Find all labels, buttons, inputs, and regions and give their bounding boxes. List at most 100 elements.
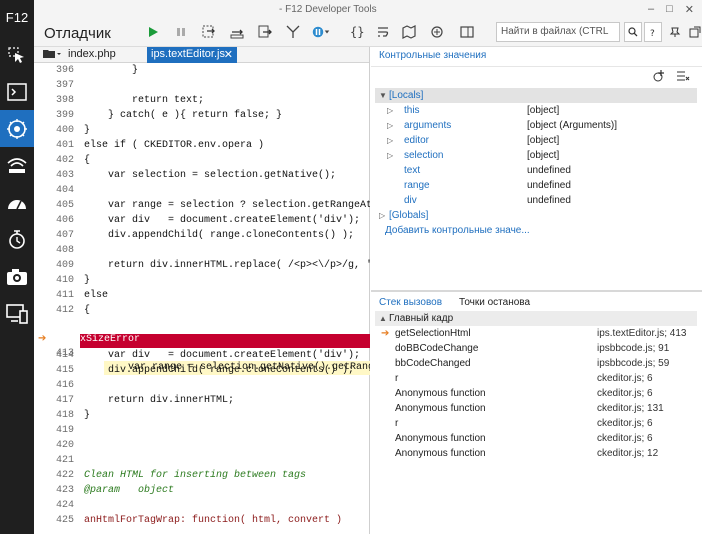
tab-breakpoints[interactable]: Точки останова xyxy=(459,297,530,308)
memory-tool-icon[interactable] xyxy=(0,221,34,258)
folder-icon xyxy=(43,50,61,58)
code-line: 423 @param object xyxy=(56,485,175,496)
debugger-tool-icon[interactable] xyxy=(0,110,34,147)
current-statement-line: ➔ 413 var range = selection.getNative().… xyxy=(34,319,370,375)
fingerprint-icon xyxy=(431,26,443,38)
watch-row-globals[interactable]: ▷ [Globals] xyxy=(375,208,697,223)
watch-row[interactable]: ▷ selection [object] xyxy=(375,148,697,163)
maximize-button[interactable]: □ xyxy=(666,3,673,16)
callstack-frame[interactable]: r ckeditor.js; 6 xyxy=(375,416,697,431)
tab-ips-texteditor-js[interactable]: ips.textEditor.js ✕ xyxy=(147,47,237,63)
watches-header: Контрольные значения xyxy=(371,47,702,67)
svg-text:?: ? xyxy=(650,29,655,37)
code-line: 418} xyxy=(56,410,91,421)
network-tool-icon[interactable] xyxy=(0,147,34,184)
callstack-frame[interactable]: bbCodeChanged ipsbbcode.js; 59 xyxy=(375,356,697,371)
callstack-frame[interactable]: r ckeditor.js; 6 xyxy=(375,371,697,386)
word-wrap-button[interactable] xyxy=(374,23,392,41)
break-button[interactable] xyxy=(172,23,190,41)
emulation-tool-icon[interactable] xyxy=(0,295,34,332)
open-document-button[interactable] xyxy=(38,47,64,63)
code-view[interactable]: 396 } 397 398 return text; 399 } catch( … xyxy=(34,64,370,534)
step-out-button[interactable] xyxy=(256,23,274,41)
console-tool-icon[interactable] xyxy=(0,73,34,110)
exception-behavior-button[interactable] xyxy=(312,23,330,41)
tab-index-php[interactable]: index.php xyxy=(64,47,120,63)
callstack-frame-current[interactable]: ➔ getSelectionHtml ips.textEditor.js; 41… xyxy=(375,326,697,341)
watch-row-locals[interactable]: ▼ [Locals] xyxy=(375,88,697,103)
panel-divider[interactable] xyxy=(371,290,702,292)
exception-banner: xSizeError xyxy=(80,334,370,348)
find-in-files-input[interactable]: Найти в файлах (CTRL xyxy=(496,22,620,42)
code-line: 406 var div = document.createElement('di… xyxy=(56,215,361,226)
callstack-frame[interactable]: Anonymous function ckeditor.js; 6 xyxy=(375,431,697,446)
code-line: 402{ xyxy=(56,155,91,166)
close-tab-icon[interactable]: ✕ xyxy=(224,48,233,61)
delete-all-watches-button[interactable] xyxy=(676,69,690,86)
panels-icon xyxy=(460,26,474,38)
code-line: 405 var range = selection ? selection.ge… xyxy=(56,200,370,211)
step-into-button[interactable] xyxy=(200,23,218,41)
watch-row[interactable]: range undefined xyxy=(375,178,697,193)
wrap-icon xyxy=(378,27,389,37)
continue-button[interactable] xyxy=(144,23,162,41)
just-my-code-button[interactable] xyxy=(428,23,446,41)
find-button[interactable] xyxy=(624,22,642,42)
source-maps-button[interactable] xyxy=(400,23,418,41)
code-line: 399 } catch( e ){ return false; } xyxy=(56,110,283,121)
watch-row[interactable]: ▷ this [object] xyxy=(375,103,697,118)
callstack-group-label: Главный кадр xyxy=(389,313,454,324)
undock-button[interactable] xyxy=(686,22,702,42)
close-window-button[interactable]: ✕ xyxy=(685,3,694,16)
step-over-button[interactable] xyxy=(228,23,246,41)
window-title: - F12 Developer Tools xyxy=(279,4,377,15)
ui-responsiveness-tool-icon[interactable] xyxy=(0,258,34,295)
f12-label: F12 xyxy=(5,10,29,25)
watch-row[interactable]: ▷ editor [object] xyxy=(375,133,697,148)
watch-row[interactable]: text undefined xyxy=(375,163,697,178)
tool-rail: F12 xyxy=(0,0,34,534)
play-icon xyxy=(149,27,158,37)
callstack-frame[interactable]: Anonymous function ckeditor.js; 12 xyxy=(375,446,697,461)
code-line: 412{ xyxy=(56,305,91,316)
clear-list-icon xyxy=(677,71,690,81)
code-line: 422 Clean HTML for inserting between tags xyxy=(56,470,307,481)
callstack-tabs: Стек вызовов Точки останова xyxy=(371,293,702,313)
dom-explorer-tool-icon[interactable] xyxy=(0,36,34,73)
code-line: 420 xyxy=(56,440,75,451)
watches-toolbar xyxy=(371,67,702,85)
add-watch-button[interactable] xyxy=(652,69,666,86)
callstack-group-header[interactable]: ▲ Главный кадр xyxy=(375,311,697,326)
minimize-button[interactable]: – xyxy=(648,3,654,16)
callstack-frame[interactable]: Anonymous function ckeditor.js; 6 xyxy=(375,386,697,401)
callstack-frame[interactable]: doBBCodeChange ipsbbcode.js; 91 xyxy=(375,341,697,356)
code-line: 425 anHtmlForTagWrap: function( html, con… xyxy=(56,515,343,526)
code-line: 407 div.appendChild( range.cloneContents… xyxy=(56,230,355,241)
svg-text:{}: {} xyxy=(350,25,364,39)
step-into-icon xyxy=(202,25,215,38)
performance-tool-icon[interactable] xyxy=(0,184,34,221)
tab-callstack[interactable]: Стек вызовов xyxy=(379,297,442,308)
code-line: 404 xyxy=(56,185,75,196)
toggle-panels-button[interactable] xyxy=(458,23,476,41)
collapse-arrow-icon[interactable]: ▲ xyxy=(379,311,387,326)
code-line: 401 else if ( CKEDITOR.env.opera ) xyxy=(56,140,265,151)
break-on-new-worker-button[interactable] xyxy=(284,23,302,41)
current-statement-arrow-icon: ➔ xyxy=(38,334,47,345)
code-line: 408 xyxy=(56,245,75,256)
help-icon: ? xyxy=(650,29,655,37)
document-tabs: index.php ips.textEditor.js ✕ xyxy=(34,47,369,63)
add-watch-link[interactable]: Добавить контрольные значе... xyxy=(375,223,697,238)
code-line: 411 else xyxy=(56,290,109,301)
callstack-frame[interactable]: Anonymous function ckeditor.js; 131 xyxy=(375,401,697,416)
pin-button[interactable] xyxy=(666,22,684,42)
step-over-icon xyxy=(230,29,244,39)
watch-row[interactable]: ▷ arguments [object (Arguments)] xyxy=(375,118,697,133)
pretty-print-button[interactable]: {} xyxy=(348,23,366,41)
code-line: 396 } xyxy=(56,65,139,76)
code-line: 416 xyxy=(56,380,75,391)
help-button[interactable]: ? xyxy=(644,22,662,42)
code-line: 398 return text; xyxy=(56,95,205,106)
watch-row[interactable]: div undefined xyxy=(375,193,697,208)
add-watch-icon xyxy=(653,70,664,82)
